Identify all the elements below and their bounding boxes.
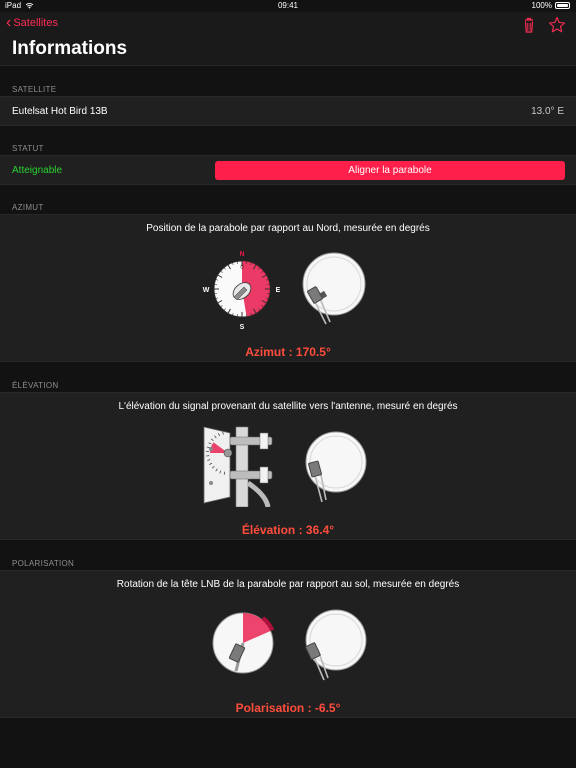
star-icon[interactable] xyxy=(548,16,566,34)
battery-icon xyxy=(555,2,570,9)
page-title: Informations xyxy=(12,38,128,59)
section-label-azimuth: AZIMUT xyxy=(12,203,44,212)
compass-w-label: W xyxy=(203,287,210,294)
compass-s-label: S xyxy=(240,324,245,331)
section-label-polarization: POLARISATION xyxy=(12,559,75,568)
navigation-bar: ‹ Satellites Informations xyxy=(0,12,576,66)
dish-front-icon xyxy=(302,252,366,325)
align-dish-button[interactable]: Aligner la parabole xyxy=(215,161,565,180)
satellite-name: Eutelsat Hot Bird 13B xyxy=(12,106,108,117)
polarization-gauge xyxy=(212,612,275,674)
satellite-row: Eutelsat Hot Bird 13B 13.0° E xyxy=(0,96,576,126)
section-label-satellite: SATELLITE xyxy=(12,85,57,94)
azimuth-reading: Azimut : 170.5° xyxy=(245,345,331,359)
status-bar-time: 09:41 xyxy=(277,1,299,10)
dish-side-icon xyxy=(305,431,367,503)
dish-lnb-icon xyxy=(305,609,367,681)
status-bar: iPad 09:41 100% xyxy=(0,0,576,12)
satellite-position: 13.0° E xyxy=(531,106,564,117)
back-button-label: Satellites xyxy=(13,17,58,29)
status-value: Atteignable xyxy=(12,165,63,176)
elevation-description: L'élévation du signal provenant du satel… xyxy=(118,401,458,412)
section-label-status: STATUT xyxy=(12,144,44,153)
status-row: Atteignable Aligner la parabole xyxy=(0,155,576,185)
back-button[interactable]: ‹ Satellites xyxy=(6,14,58,31)
azimuth-description: Position de la parabole par rapport au N… xyxy=(146,223,430,234)
polarization-description: Rotation de la tête LNB de la parabole p… xyxy=(116,579,460,590)
battery-percent: 100% xyxy=(531,1,552,10)
compass-e-label: E xyxy=(276,287,281,294)
elevation-reading: Élévation : 36.4° xyxy=(241,523,335,537)
azimuth-panel: Position de la parabole par rapport au N… xyxy=(0,214,576,362)
section-label-elevation: ÉLÉVATION xyxy=(12,381,59,390)
elevation-panel: L'élévation du signal provenant du satel… xyxy=(0,392,576,540)
elevation-gauge xyxy=(203,426,273,507)
status-bar-right: 100% xyxy=(532,1,570,10)
polarization-panel: Rotation de la tête LNB de la parabole p… xyxy=(0,570,576,718)
polarization-reading: Polarisation : -6.5° xyxy=(235,701,341,715)
trash-icon[interactable] xyxy=(520,16,538,34)
compass-gauge: N 0 E S W xyxy=(203,251,281,331)
compass-n-label: N xyxy=(239,251,244,258)
chevron-left-icon: ‹ xyxy=(6,14,12,31)
